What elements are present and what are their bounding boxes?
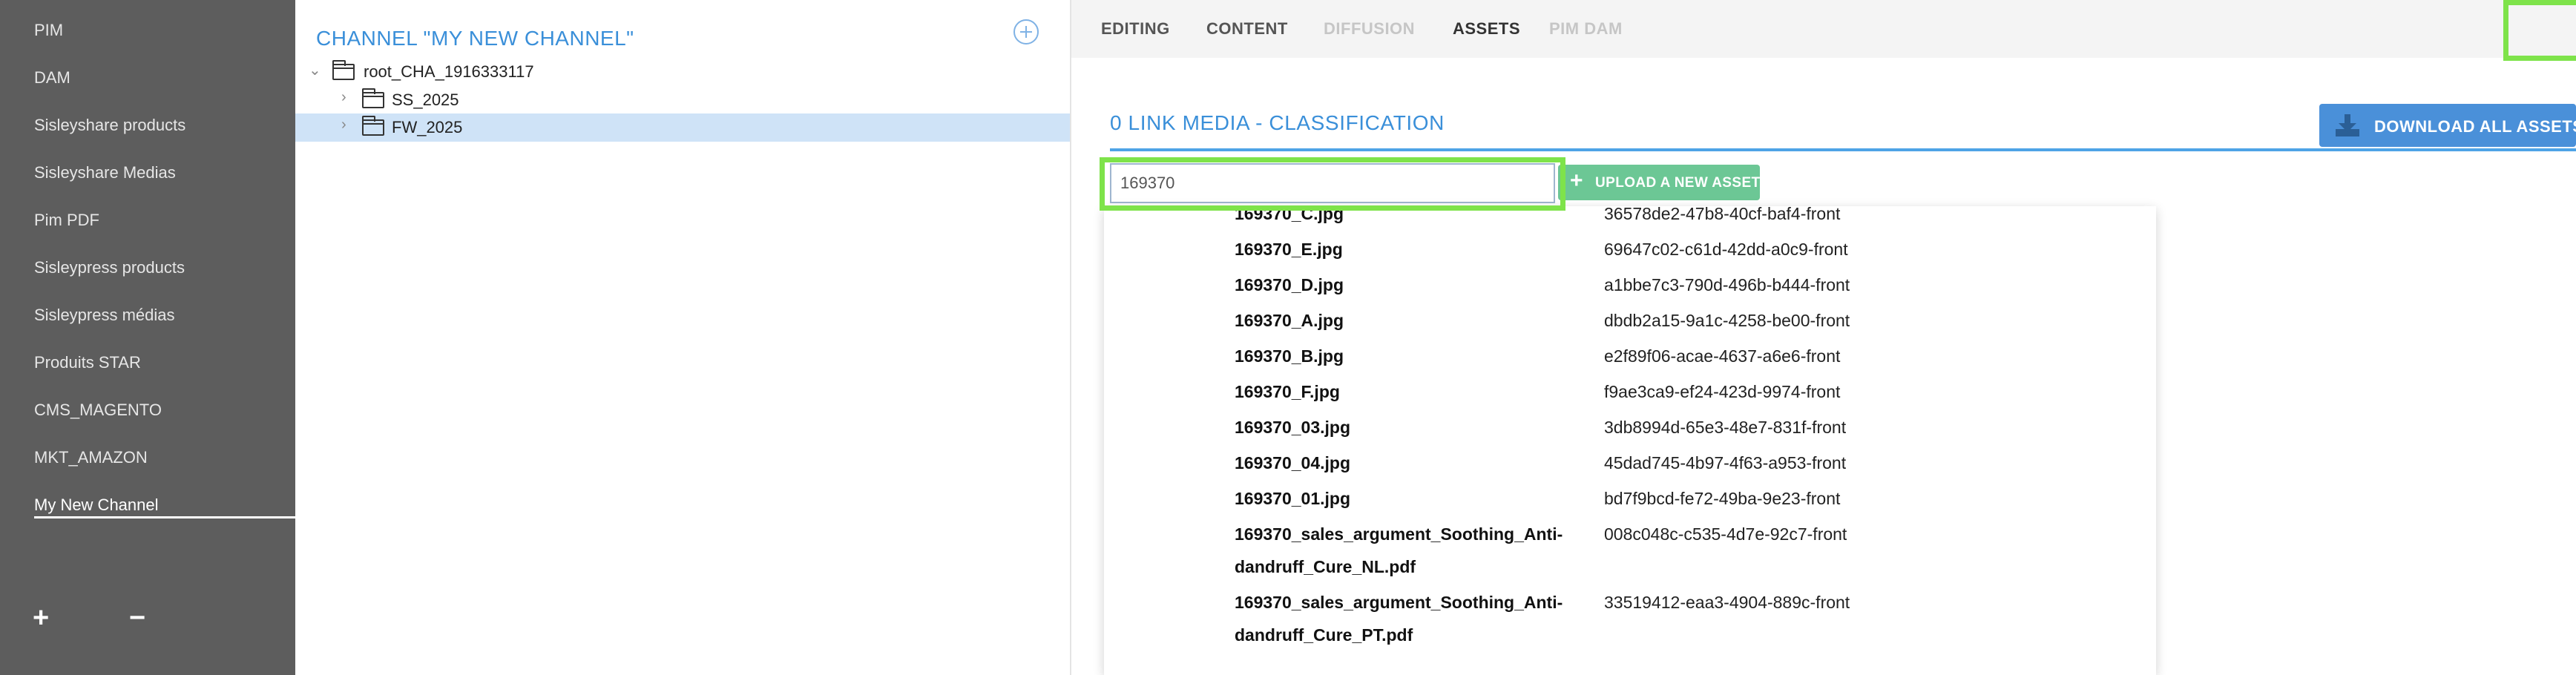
asset-id: 45dad745-4b97-4f63-a953-front bbox=[1604, 453, 1847, 472]
tab-content[interactable]: CONTENT bbox=[1206, 19, 1288, 39]
asset-filename: 169370_A.jpg bbox=[1235, 311, 1344, 330]
sidebar-item-produits-star[interactable]: Produits STAR bbox=[34, 353, 141, 372]
asset-filename-continued: dandruff_Cure_NL.pdf bbox=[1235, 557, 1416, 576]
add-category-icon[interactable] bbox=[1013, 19, 1039, 45]
asset-search-results: 169370_C.jpg 36578de2-47b8-40cf-baf4-fro… bbox=[1104, 206, 2156, 675]
asset-id: 3db8994d-65e3-48e7-831f-front bbox=[1604, 418, 1847, 437]
asset-filename: 169370_04.jpg bbox=[1235, 453, 1351, 472]
upload-new-asset-button[interactable]: + UPLOAD A NEW ASSET bbox=[1558, 165, 1760, 200]
asset-filename: 169370_sales_argument_Soothing_Anti- bbox=[1235, 524, 1563, 544]
folder-icon bbox=[362, 88, 384, 108]
channel-title: CHANNEL "MY NEW CHANNEL" bbox=[316, 27, 634, 50]
tab-pim-dam[interactable]: PIM DAM bbox=[1549, 19, 1623, 39]
asset-id: e2f89f06-acae-4637-a6e6-front bbox=[1604, 346, 1841, 366]
sidebar-item-pim[interactable]: PIM bbox=[34, 21, 63, 40]
chevron-right-icon[interactable]: › bbox=[341, 116, 346, 134]
chevron-down-icon[interactable]: ⌄ bbox=[309, 61, 321, 79]
folder-icon bbox=[362, 116, 384, 136]
tab-bar: EDITING CONTENT DIFFUSION ASSETS PIM DAM bbox=[1071, 0, 2576, 58]
asset-id: a1bbe7c3-790d-496b-b444-front bbox=[1604, 275, 1850, 294]
asset-filename: 169370_E.jpg bbox=[1235, 240, 1343, 259]
download-icon bbox=[2336, 114, 2359, 136]
search-highlight-box bbox=[1100, 157, 1565, 211]
channel-sidebar: PIM DAM Sisleyshare products Sisleyshare… bbox=[0, 0, 295, 675]
tab-assets[interactable]: ASSETS bbox=[1453, 19, 1520, 39]
asset-id: f9ae3ca9-ef24-423d-9974-front bbox=[1604, 382, 1841, 401]
sidebar-item-mkt-amazon[interactable]: MKT_AMAZON bbox=[34, 448, 148, 467]
sidebar-item-my-new-channel[interactable]: My New Channel bbox=[34, 495, 159, 515]
asset-filename: 169370_03.jpg bbox=[1235, 418, 1351, 437]
sidebar-item-sisleyshare-medias[interactable]: Sisleyshare Medias bbox=[34, 163, 176, 182]
asset-id: dbdb2a15-9a1c-4258-be00-front bbox=[1604, 311, 1850, 330]
tree-node-ss-2025[interactable]: › SS_2025 bbox=[295, 86, 1070, 114]
upload-new-asset-label: UPLOAD A NEW ASSET bbox=[1595, 175, 1761, 191]
section-divider bbox=[1110, 148, 2576, 151]
sidebar-item-cms-magento[interactable]: CMS_MAGENTO bbox=[34, 401, 162, 420]
tree-node-label: SS_2025 bbox=[392, 90, 459, 109]
chevron-right-icon[interactable]: › bbox=[341, 89, 346, 106]
add-channel-button[interactable]: + bbox=[33, 604, 49, 632]
asset-id: 008c048c-c535-4d7e-92c7-front bbox=[1604, 524, 1847, 544]
asset-filename: 169370_F.jpg bbox=[1235, 382, 1340, 401]
main-panel: EDITING CONTENT DIFFUSION ASSETS PIM DAM… bbox=[1071, 0, 2576, 675]
assets-content: 0 LINK MEDIA - CLASSIFICATION DOWNLOAD A… bbox=[1071, 58, 2576, 675]
assets-tab-highlight-box bbox=[2503, 0, 2576, 61]
section-title: 0 LINK MEDIA - CLASSIFICATION bbox=[1110, 111, 1445, 134]
tab-diffusion[interactable]: DIFFUSION bbox=[1324, 19, 1415, 39]
asset-id: 69647c02-c61d-42dd-a0c9-front bbox=[1604, 240, 1848, 259]
asset-filename-continued: dandruff_Cure_PT.pdf bbox=[1235, 625, 1413, 645]
tree-node-label: root_CHA_1916333117 bbox=[364, 62, 534, 81]
tree-node-root[interactable]: ⌄ root_CHA_1916333117 bbox=[295, 58, 1070, 86]
sidebar-item-sisleypress-medias[interactable]: Sisleypress médias bbox=[34, 306, 175, 325]
remove-channel-button[interactable]: − bbox=[129, 604, 145, 632]
download-all-assets-label: DOWNLOAD ALL ASSETS bbox=[2374, 117, 2576, 136]
asset-filename: 169370_B.jpg bbox=[1235, 346, 1344, 366]
asset-filename: 169370_01.jpg bbox=[1235, 489, 1351, 508]
sidebar-item-sisleypress-products[interactable]: Sisleypress products bbox=[34, 258, 185, 277]
sidebar-item-pim-pdf[interactable]: Pim PDF bbox=[34, 211, 99, 230]
tree-node-fw-2025[interactable]: › FW_2025 bbox=[295, 113, 1070, 142]
download-all-assets-button[interactable]: DOWNLOAD ALL ASSETS bbox=[2319, 104, 2576, 147]
asset-id: bd7f9bcd-fe72-49ba-9e23-front bbox=[1604, 489, 1841, 508]
active-channel-underline bbox=[34, 516, 295, 518]
asset-id: 33519412-eaa3-4904-889c-front bbox=[1604, 593, 1850, 612]
tab-editing[interactable]: EDITING bbox=[1101, 19, 1170, 39]
tree-node-label: FW_2025 bbox=[392, 118, 463, 136]
sidebar-item-dam[interactable]: DAM bbox=[34, 68, 70, 88]
asset-filename: 169370_sales_argument_Soothing_Anti- bbox=[1235, 593, 1563, 612]
sidebar-item-sisleyshare-products[interactable]: Sisleyshare products bbox=[34, 116, 185, 135]
asset-id: 36578de2-47b8-40cf-baf4-front bbox=[1604, 206, 1841, 223]
channel-tree-panel: CHANNEL "MY NEW CHANNEL" ⌄ root_CHA_1916… bbox=[295, 0, 1071, 675]
plus-icon: + bbox=[1570, 168, 1583, 193]
folder-icon bbox=[332, 60, 355, 80]
asset-filename: 169370_D.jpg bbox=[1235, 275, 1344, 294]
